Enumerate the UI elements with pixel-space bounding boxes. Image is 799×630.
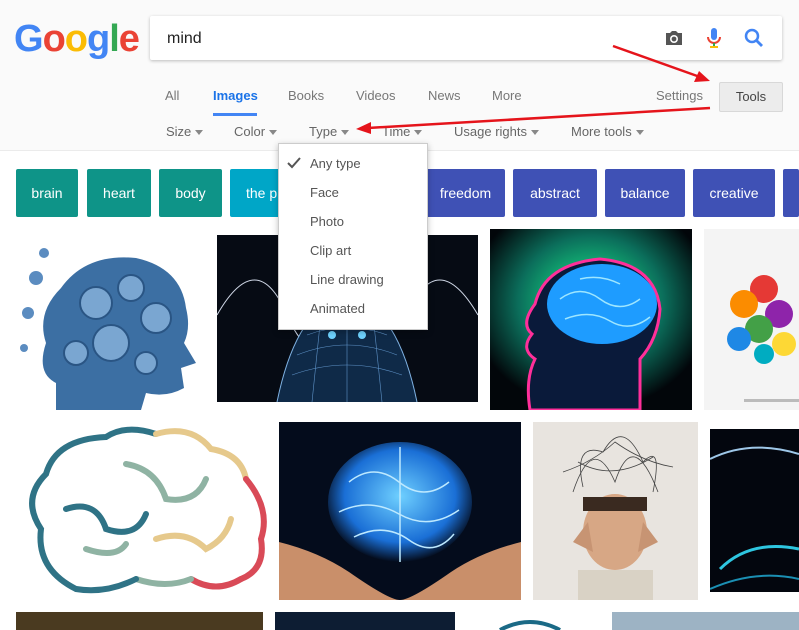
chevron-down-icon bbox=[269, 130, 278, 136]
camera-icon[interactable] bbox=[662, 26, 686, 50]
chip-overflow[interactable] bbox=[783, 169, 799, 217]
tab-news[interactable]: News bbox=[428, 88, 461, 103]
logo-letter: l bbox=[109, 18, 120, 60]
filter-label: Type bbox=[309, 124, 338, 139]
logo-letter: o bbox=[64, 18, 88, 60]
image-result-partial-2[interactable] bbox=[275, 612, 455, 630]
image-result-line-brain[interactable] bbox=[16, 419, 268, 600]
filter-label: Usage rights bbox=[454, 124, 527, 139]
checkmark-icon bbox=[287, 156, 301, 175]
chevron-down-icon bbox=[414, 130, 423, 136]
chip-brain[interactable]: brain bbox=[16, 169, 78, 217]
microphone-icon[interactable] bbox=[702, 26, 726, 50]
image-result-partial-4[interactable] bbox=[612, 612, 799, 630]
image-result-partial-3[interactable] bbox=[470, 612, 600, 630]
type-option-any-type[interactable]: Any type bbox=[310, 156, 361, 171]
tab-videos[interactable]: Videos bbox=[356, 88, 396, 103]
chevron-down-icon bbox=[635, 130, 644, 136]
filter-more-tools[interactable]: More tools bbox=[571, 124, 644, 139]
chip-abstract[interactable]: abstract bbox=[513, 169, 597, 217]
active-tab-indicator bbox=[213, 113, 257, 116]
search-input[interactable] bbox=[165, 26, 649, 52]
chip-heart[interactable]: heart bbox=[87, 169, 151, 217]
filter-color[interactable]: Color bbox=[234, 124, 278, 139]
search-box[interactable] bbox=[150, 16, 782, 60]
chevron-down-icon bbox=[195, 130, 204, 136]
chip-creative[interactable]: creative bbox=[693, 169, 775, 217]
tab-books[interactable]: Books bbox=[288, 88, 324, 103]
logo-letter: g bbox=[87, 18, 110, 60]
chip-freedom[interactable]: freedom bbox=[426, 169, 505, 217]
type-option-clip-art[interactable]: Clip art bbox=[310, 243, 351, 258]
header: Google All Images Books Videos News More… bbox=[0, 0, 799, 151]
chip-body[interactable]: body bbox=[159, 169, 222, 217]
filter-label: Time bbox=[382, 124, 411, 139]
filter-label: Color bbox=[234, 124, 266, 139]
tab-more[interactable]: More bbox=[492, 88, 522, 103]
type-option-photo[interactable]: Photo bbox=[310, 214, 344, 229]
filter-time[interactable]: Time bbox=[382, 124, 423, 139]
chip-balance[interactable]: balance bbox=[605, 169, 685, 217]
filter-size[interactable]: Size bbox=[166, 124, 204, 139]
image-result-colorful-brain[interactable] bbox=[704, 229, 799, 410]
chevron-down-icon bbox=[341, 130, 350, 136]
filter-label: Size bbox=[166, 124, 192, 139]
type-option-animated[interactable]: Animated bbox=[310, 301, 365, 316]
tab-images[interactable]: Images bbox=[213, 88, 258, 103]
filter-usage-rights[interactable]: Usage rights bbox=[454, 124, 539, 139]
image-result-gears-head[interactable] bbox=[16, 233, 202, 410]
image-result-neon-brain[interactable] bbox=[490, 229, 692, 410]
google-logo[interactable]: Google bbox=[14, 18, 140, 61]
image-result-abstract-lines[interactable] bbox=[710, 429, 799, 592]
image-result-partial-1[interactable] bbox=[16, 612, 263, 630]
chevron-down-icon bbox=[530, 130, 539, 136]
image-result-brain-hands[interactable] bbox=[279, 422, 521, 600]
search-icon[interactable] bbox=[742, 26, 766, 50]
type-option-face[interactable]: Face bbox=[310, 185, 339, 200]
tab-all[interactable]: All bbox=[165, 88, 179, 103]
logo-letter: o bbox=[42, 18, 66, 60]
image-result-thinking-man[interactable] bbox=[533, 422, 698, 600]
filter-type[interactable]: Type bbox=[309, 124, 350, 139]
settings-link[interactable]: Settings bbox=[656, 88, 703, 103]
type-dropdown-menu: Any type Face Photo Clip art Line drawin… bbox=[278, 143, 428, 330]
logo-letter: e bbox=[118, 18, 140, 60]
filter-label: More tools bbox=[571, 124, 632, 139]
type-option-line-drawing[interactable]: Line drawing bbox=[310, 272, 384, 287]
logo-letter: G bbox=[14, 18, 44, 60]
tools-button[interactable]: Tools bbox=[719, 82, 783, 112]
